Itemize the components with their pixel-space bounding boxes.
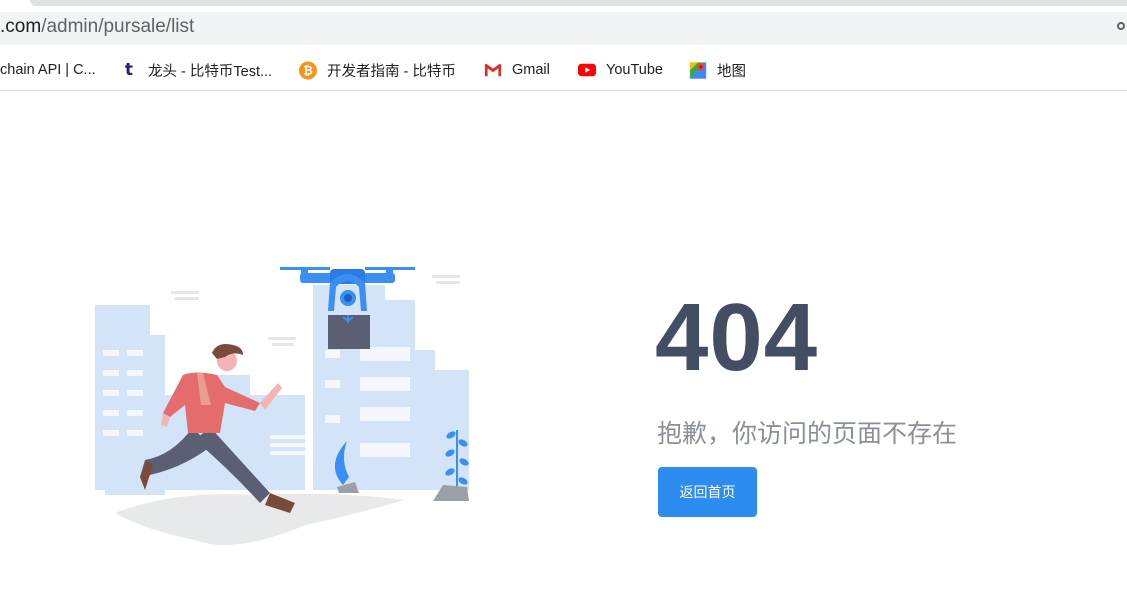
- youtube-icon: [578, 61, 596, 79]
- bookmarks-bar: chain API | C... t 龙头 - 比特币Test... ₿ 开发者…: [0, 50, 1127, 91]
- bookmark-label: 开发者指南 - 比特币: [327, 63, 456, 80]
- address-bar[interactable]: .com/admin/pursale/list: [0, 12, 1127, 45]
- 404-illustration: [95, 267, 469, 545]
- bookmark-label: Gmail: [512, 62, 550, 78]
- maps-icon: [689, 61, 707, 79]
- bookmark-dev-guide[interactable]: ₿ 开发者指南 - 比特币: [299, 59, 456, 81]
- bookmark-label: YouTube: [606, 62, 663, 78]
- url-text[interactable]: .com/admin/pursale/list: [0, 16, 194, 38]
- t-logo-icon: t: [124, 60, 134, 80]
- error-code: 404: [655, 284, 819, 391]
- bookmark-label: 龙头 - 比特币Test...: [148, 63, 273, 80]
- gmail-icon: [484, 61, 502, 79]
- bookmark-label: 地图: [717, 63, 746, 80]
- svg-text:₿: ₿: [303, 63, 313, 77]
- bookmark-youtube[interactable]: YouTube: [578, 59, 663, 81]
- site-info-icon[interactable]: [1117, 22, 1125, 30]
- bookmark-gmail[interactable]: Gmail: [484, 59, 550, 81]
- bitcoin-icon: ₿: [299, 61, 317, 79]
- back-home-button[interactable]: 返回首页: [658, 467, 757, 517]
- url-path: /admin/pursale/list: [41, 16, 195, 37]
- tab-strip: [30, 0, 1127, 6]
- bookmark-maps[interactable]: 地图: [689, 59, 746, 81]
- url-host: .com: [0, 16, 42, 37]
- bookmark-blockchain-api[interactable]: chain API | C...: [0, 59, 96, 81]
- bookmark-faucet[interactable]: t 龙头 - 比特币Test...: [120, 59, 272, 81]
- error-message: 抱歉，你访问的页面不存在: [657, 419, 958, 448]
- bookmark-label: chain API | C...: [0, 62, 96, 78]
